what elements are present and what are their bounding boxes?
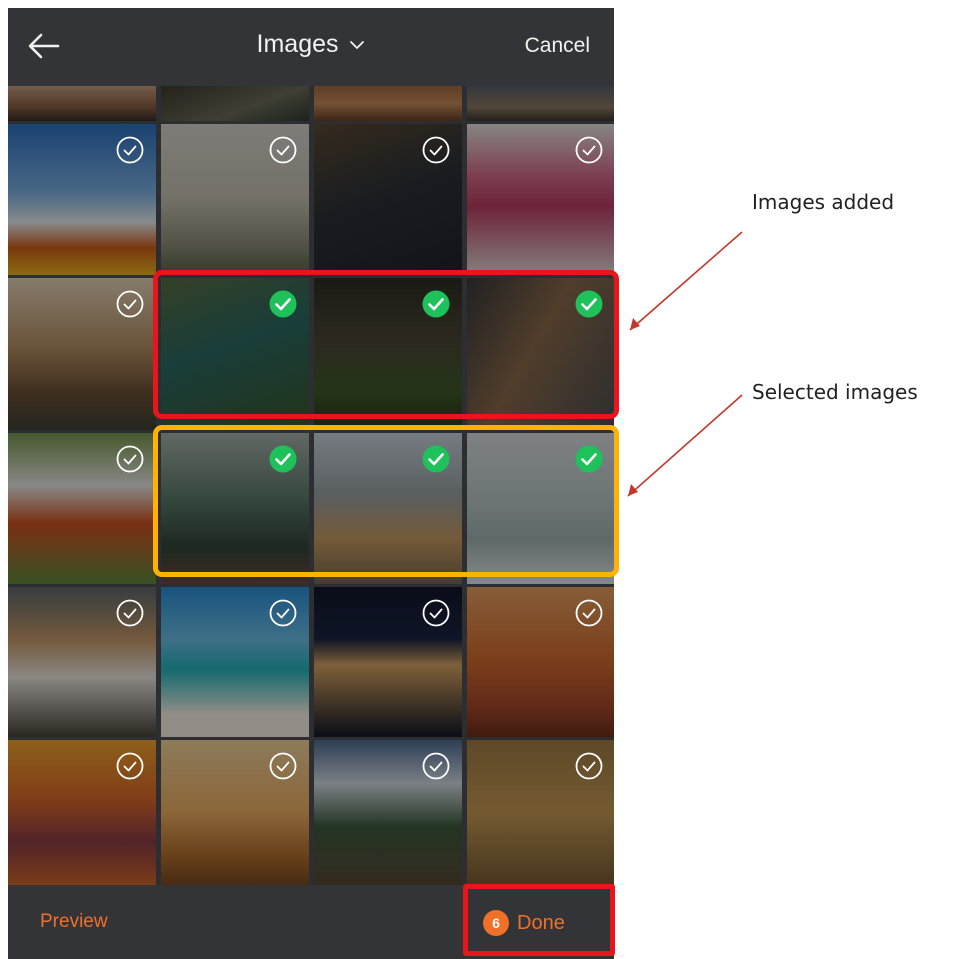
thumbnail-dim-overlay (8, 86, 156, 121)
chevron-down-icon (350, 41, 365, 50)
preview-button[interactable]: Preview (40, 911, 108, 933)
cancel-button[interactable]: Cancel (525, 34, 590, 58)
photo-tile-vintage-car[interactable] (161, 740, 309, 885)
check-circle-icon[interactable] (268, 135, 298, 165)
photo-tile-hair[interactable] (161, 86, 309, 121)
selection-count-badge: 6 (483, 910, 509, 936)
selected-images-arrowhead (628, 484, 638, 496)
done-button[interactable]: 6 Done (483, 908, 565, 938)
phone-screen: Images Cancel Preview 6 Done (8, 8, 614, 959)
done-label: Done (517, 911, 565, 934)
photo-tile-woman-with-dog[interactable] (314, 433, 462, 584)
images-added-arrow (629, 231, 743, 331)
selected-images-arrow (627, 394, 743, 497)
thumbnail-dim-overlay (314, 86, 462, 121)
photo-tile-portrait[interactable] (8, 86, 156, 121)
check-circle-icon[interactable] (115, 135, 145, 165)
check-selected-icon[interactable] (421, 289, 451, 319)
photo-tile-husky[interactable] (8, 587, 156, 737)
check-selected-icon[interactable] (268, 444, 298, 474)
check-circle-icon[interactable] (115, 598, 145, 628)
selected-images-label: Selected images (752, 380, 918, 404)
page-title: Images (256, 30, 339, 58)
photo-tile-sunset-palms[interactable] (8, 740, 156, 885)
photo-tile-elk[interactable] (314, 740, 462, 885)
photo-tile-bird-on-post[interactable] (314, 124, 462, 275)
photo-tile-palm-trees[interactable] (161, 124, 309, 275)
album-selector[interactable]: Images (8, 30, 614, 59)
photo-tile-bulldog[interactable] (8, 433, 156, 584)
photo-tile-woman-mountains[interactable] (161, 433, 309, 584)
bottom-bar: Preview 6 Done (8, 885, 614, 959)
photo-tile-desert[interactable] (314, 86, 462, 121)
check-circle-icon[interactable] (574, 598, 604, 628)
check-circle-icon[interactable] (421, 598, 451, 628)
thumbnail-dim-overlay (161, 86, 309, 121)
photo-tile-tree-reflection[interactable] (314, 587, 462, 737)
check-circle-icon[interactable] (115, 751, 145, 781)
images-added-label: Images added (752, 190, 895, 214)
photo-tile-leopard[interactable] (314, 278, 462, 430)
image-grid (8, 86, 614, 885)
top-bar: Images Cancel (8, 8, 614, 86)
check-selected-icon[interactable] (268, 289, 298, 319)
check-circle-icon[interactable] (421, 751, 451, 781)
check-circle-icon[interactable] (115, 444, 145, 474)
check-circle-icon[interactable] (574, 135, 604, 165)
check-circle-icon[interactable] (574, 751, 604, 781)
photo-tile-lion[interactable] (467, 740, 614, 885)
check-selected-icon[interactable] (574, 444, 604, 474)
photo-tile-pink-flowers[interactable] (467, 124, 614, 275)
check-circle-icon[interactable] (115, 289, 145, 319)
check-circle-icon[interactable] (268, 751, 298, 781)
images-added-arrowhead (630, 318, 640, 330)
photo-tile-golden-gate[interactable] (467, 587, 614, 737)
thumbnail-dim-overlay (467, 86, 614, 121)
photo-tile-tree[interactable] (467, 86, 614, 121)
photo-tile-cat[interactable] (467, 278, 614, 430)
check-circle-icon[interactable] (421, 135, 451, 165)
check-selected-icon[interactable] (421, 444, 451, 474)
photo-tile-bee-eaters[interactable] (161, 278, 309, 430)
photo-tile-hot-air-balloon[interactable] (8, 124, 156, 275)
photo-tile-beach-boat[interactable] (161, 587, 309, 737)
photo-tile-venice-canal[interactable] (8, 278, 156, 430)
photo-tile-surfer[interactable] (467, 433, 614, 584)
check-circle-icon[interactable] (268, 598, 298, 628)
check-selected-icon[interactable] (574, 289, 604, 319)
